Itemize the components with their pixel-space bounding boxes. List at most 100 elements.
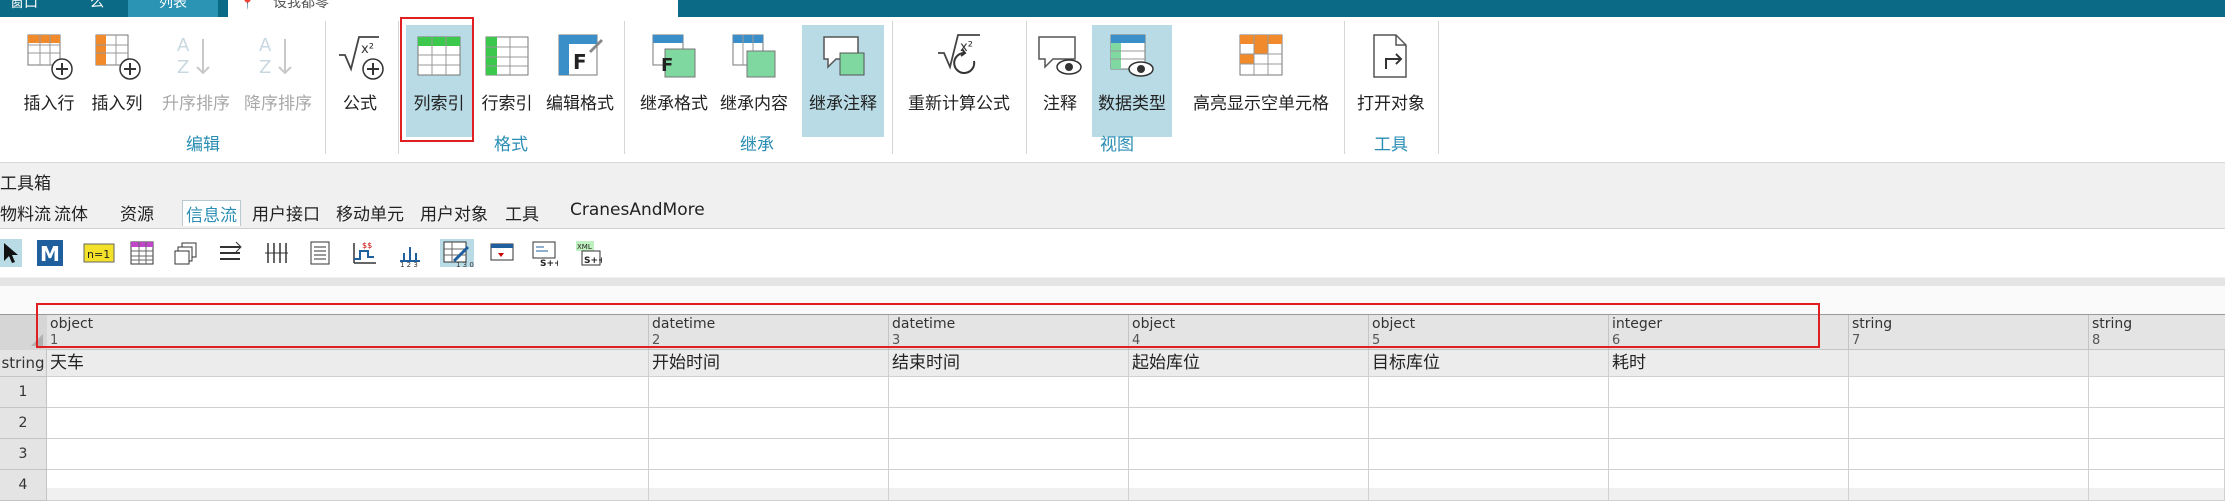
table-cell[interactable] [649,408,889,439]
table-cell[interactable] [1849,377,2089,408]
edit-format-button[interactable]: F 编辑格式 [540,25,620,137]
table-cell[interactable] [1369,377,1609,408]
toolbox-tab-user-interface[interactable]: 用户接口 [252,200,320,225]
column-name-cell[interactable]: 耗时 [1609,350,1849,377]
toolbox-tab-material-flow[interactable]: 物料流 [0,200,51,225]
table-cell[interactable] [1129,439,1369,470]
toolbox-tab-resources[interactable]: 资源 [120,200,154,225]
table-cell[interactable] [889,470,1129,501]
inherit-format-button[interactable]: F 继承格式 [634,25,714,137]
trigger-tool[interactable]: $$ [350,239,378,267]
inherit-content-button[interactable]: 继承内容 [714,25,794,137]
column-name-cell[interactable]: 起始库位 [1129,350,1369,377]
table-cell[interactable] [649,470,889,501]
table-cell[interactable] [47,408,649,439]
table-cell[interactable] [1369,470,1609,501]
table-cell[interactable] [1609,470,1849,501]
method-tool[interactable]: M [36,239,64,267]
table-cell[interactable] [47,439,649,470]
formula-button[interactable]: x² 公式 [330,25,390,137]
column-name-cell[interactable] [2089,350,2225,377]
row-header[interactable]: 1 [0,377,47,408]
sort-descending-button[interactable]: A Z 降序排序 [238,25,318,137]
table-cell[interactable] [649,439,889,470]
separator [892,21,893,154]
menu-tab-2[interactable]: 么 [90,0,120,17]
attribute-explorer-tool[interactable]: 1 3 0 [440,239,474,269]
pin-icon[interactable]: 📍 [240,0,255,9]
recalculate-formula-button[interactable]: x² 重新计算公式 [900,25,1018,137]
column-header-7[interactable]: string 7 [1849,315,2089,350]
menu-tab-window[interactable]: 窗口 [10,0,50,17]
table-cell[interactable] [1369,439,1609,470]
sort-ascending-button[interactable]: A Z 升序排序 [156,25,236,137]
insert-row-button[interactable]: 插入行 [14,25,84,137]
separator [398,21,399,154]
table-cell[interactable] [1129,377,1369,408]
svg-text:Z: Z [259,57,271,78]
sort-ascending-label: 升序排序 [162,94,230,114]
table-cell[interactable] [889,377,1129,408]
column-name-cell[interactable]: 目标库位 [1369,350,1609,377]
toolbox-tab-user-objects[interactable]: 用户对象 [420,200,488,225]
row-index-button[interactable]: 行索引 [474,25,540,137]
card-file-tool[interactable] [262,239,290,267]
row-header-type[interactable]: string [0,350,47,377]
table-cell[interactable] [1849,470,2089,501]
table-cell[interactable] [649,377,889,408]
table-cell[interactable] [1609,408,1849,439]
table-cell[interactable] [2089,439,2225,470]
column-header-8[interactable]: string 8 [2089,315,2225,350]
table-cell[interactable] [1609,439,1849,470]
comment-button[interactable]: 注释 [1032,25,1088,137]
toolbox-tab-information-flow[interactable]: 信息流 [182,200,241,226]
table-cell[interactable] [1609,377,1849,408]
insert-column-button[interactable]: 插入列 [82,25,152,137]
stack-file-tool[interactable] [172,239,200,267]
row-header[interactable]: 4 [0,470,47,501]
table-cell[interactable] [2089,377,2225,408]
table-cell[interactable] [2089,470,2225,501]
table-cell[interactable] [1849,439,2089,470]
table-cell[interactable] [1849,408,2089,439]
data-type-button[interactable]: 数据类型 [1092,25,1172,137]
list-tool[interactable] [306,239,334,267]
menu-tab-list[interactable]: 列表 [128,0,218,17]
table-cell[interactable] [2089,408,2225,439]
document-tab[interactable]: 📍 设我都零 [228,0,678,17]
generator-tool[interactable]: 1 2 3 [396,239,424,269]
table-cell[interactable] [889,439,1129,470]
toolbox-tab-tools[interactable]: 工具 [505,200,539,225]
xml-tool[interactable]: XML S++ [574,239,606,267]
row-header[interactable]: 2 [0,408,47,439]
table-file-tool[interactable] [128,239,156,267]
inherit-comment-button[interactable]: 继承注释 [802,25,884,137]
open-object-button[interactable]: 打开对象 [1352,25,1430,137]
column-name-cell[interactable] [1849,350,2089,377]
row-header[interactable]: 3 [0,439,47,470]
toolbox-tab-fluids[interactable]: 流体 [54,200,88,225]
inherit-comment-icon [823,36,865,76]
sqlite-tool[interactable]: S++ [530,239,562,269]
toolbox-tab-cranesandmore[interactable]: CranesAndMore [570,200,705,220]
table-cell[interactable] [1369,408,1609,439]
table-cell[interactable] [889,408,1129,439]
table-cell[interactable] [1129,470,1369,501]
pointer-tool[interactable] [0,239,22,267]
splitter[interactable] [0,278,2225,286]
variable-tool[interactable]: n=1 [82,239,116,267]
column-name-cell[interactable]: 结束时间 [889,350,1129,377]
dialog-tool[interactable] [488,239,516,267]
table-cell[interactable] [1129,408,1369,439]
svg-text:S++: S++ [584,256,602,266]
svg-text:A: A [259,35,272,56]
column-name-cell[interactable]: 开始时间 [649,350,889,377]
queue-file-tool[interactable] [216,239,244,267]
table-cell[interactable] [47,470,649,501]
highlight-empty-cells-button[interactable]: 高亮显示空单元格 [1182,25,1340,137]
column-name-cell[interactable]: 天车 [47,350,649,377]
table-cell[interactable] [47,377,649,408]
toolbox-tab-mobile-units[interactable]: 移动单元 [336,200,404,225]
variable-icon: n=1 [83,243,115,263]
separator [325,21,326,154]
